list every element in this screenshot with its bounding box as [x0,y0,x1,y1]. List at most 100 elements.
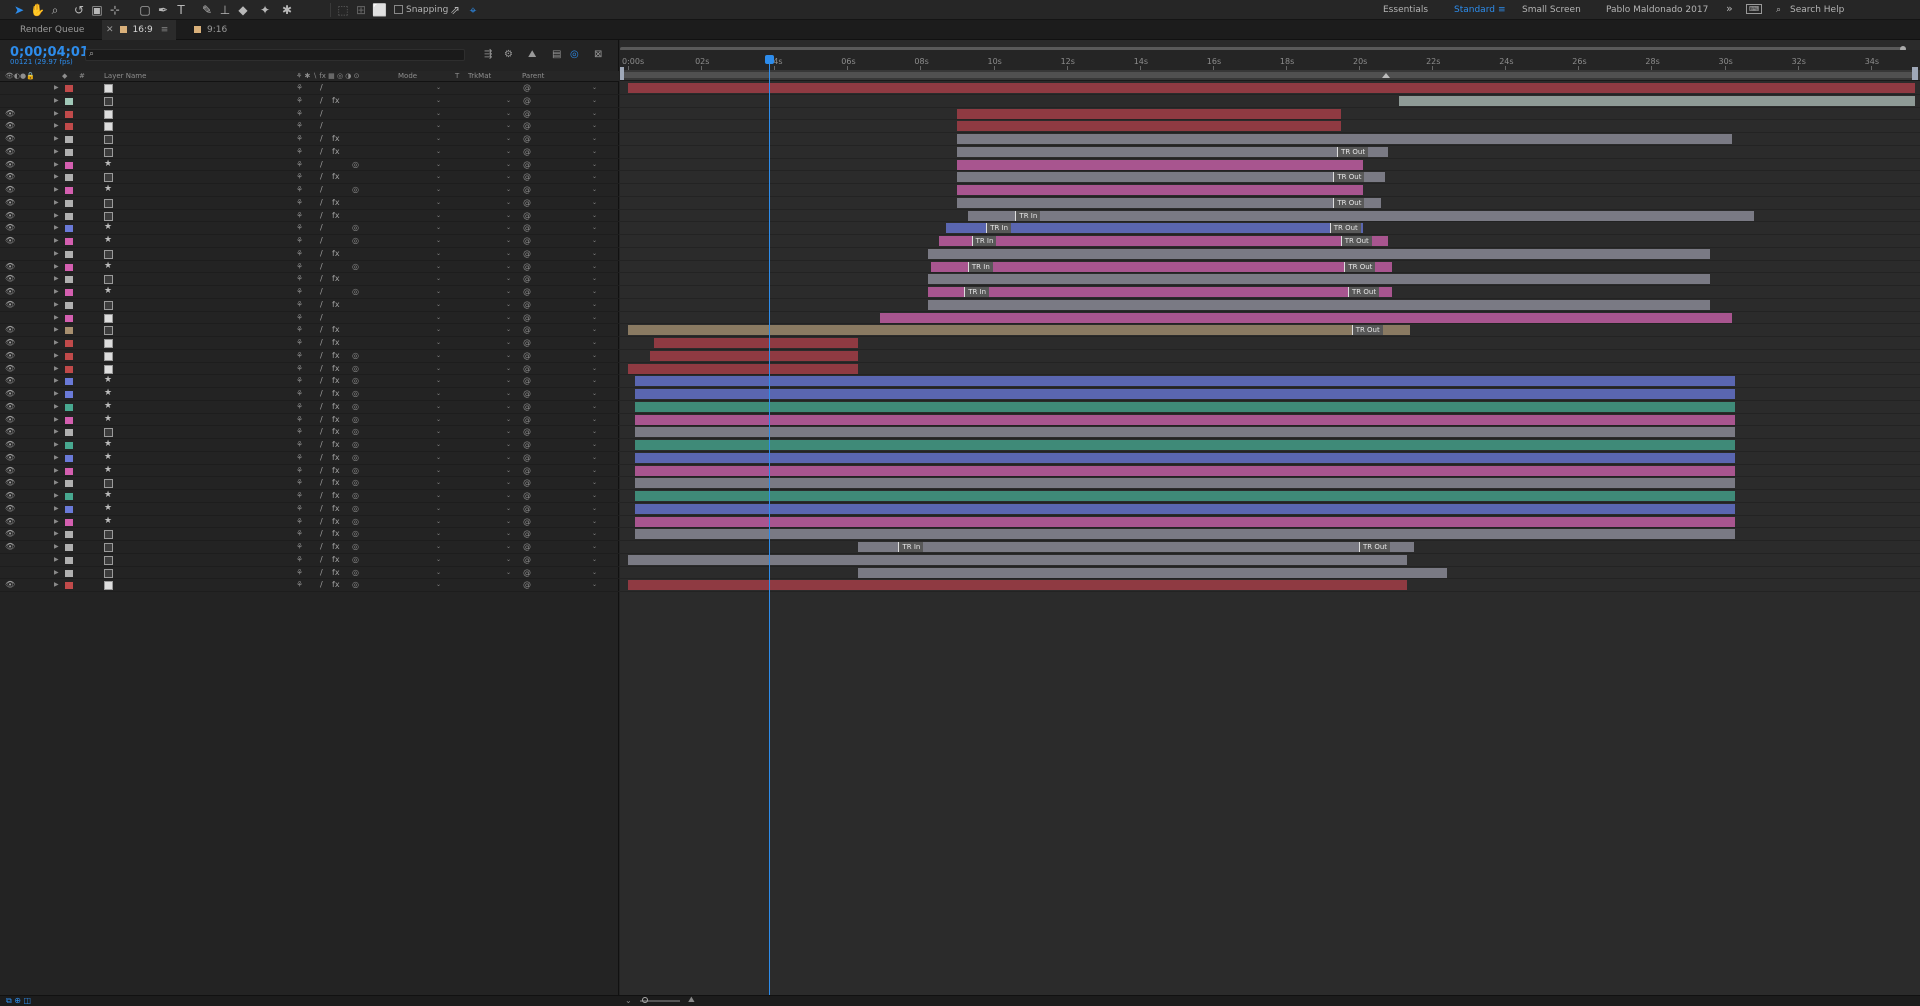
visibility-eye-icon[interactable]: 👁 [5,477,15,489]
quality-switch-icon[interactable]: / [320,108,323,120]
label-color-swatch[interactable] [65,174,73,182]
layer-row[interactable]: ▶ ⚘ / ⌄ ⌄ @ ⌄ [0,312,619,325]
shy-switch-icon[interactable]: ⚘ [296,222,303,234]
expand-triangle-icon[interactable]: ▶ [54,299,59,311]
zoom-tool-icon[interactable]: ⌕ [48,3,62,17]
layer-duration-bar[interactable] [635,529,1736,540]
expand-triangle-icon[interactable]: ▶ [54,197,59,209]
layer-duration-bar[interactable] [938,236,1389,246]
parent-pickwhip-icon[interactable]: @ [523,197,531,209]
quality-switch-icon[interactable]: / [320,567,323,579]
quality-switch-icon[interactable]: / [320,477,323,489]
motion-blur-icon[interactable]: ◎ [570,49,579,60]
motion-blur-switch-icon[interactable]: ◎ [352,465,359,477]
quality-switch-icon[interactable]: / [320,273,323,285]
visibility-eye-icon[interactable]: 👁 [5,414,15,426]
layer-row[interactable]: 👁 ▶ ★ ⚘ / fx ◎ ⌄ ⌄ @ ⌄ [0,401,619,414]
layer-marker[interactable]: TR Out [1344,261,1376,272]
visibility-eye-icon[interactable]: 👁 [5,120,15,132]
label-color-swatch[interactable] [65,161,73,169]
expand-triangle-icon[interactable]: ▶ [54,95,59,107]
label-color-swatch[interactable] [65,429,73,437]
motion-blur-switch-icon[interactable]: ◎ [352,222,359,234]
shy-switch-icon[interactable]: ⚘ [296,401,303,413]
layer-duration-bar[interactable] [635,491,1736,501]
visibility-eye-icon[interactable]: 👁 [5,337,15,349]
expand-triangle-icon[interactable]: ▶ [54,414,59,426]
parent-pickwhip-icon[interactable]: @ [523,388,531,400]
shy-switch-icon[interactable]: ⚘ [296,248,303,260]
effects-switch-icon[interactable]: fx [332,375,340,387]
label-color-swatch[interactable] [65,110,73,118]
parent-pickwhip-icon[interactable]: @ [523,528,531,540]
expand-triangle-icon[interactable]: ▶ [54,222,59,234]
parent-pickwhip-icon[interactable]: @ [523,414,531,426]
shy-switch-icon[interactable]: ⚘ [296,299,303,311]
layer-row[interactable]: 👁 ▶ ★ ⚘ / ◎ ⌄ ⌄ @ ⌄ [0,235,619,248]
layer-duration-bar[interactable] [635,401,1736,412]
motion-blur-switch-icon[interactable]: ◎ [352,261,359,273]
visibility-eye-icon[interactable]: 👁 [5,184,15,196]
effects-switch-icon[interactable]: fx [332,567,340,579]
visibility-eye-icon[interactable]: 👁 [5,388,15,400]
tab-comp-16-9[interactable]: ✕ 16:9 ≡ [102,20,176,40]
parent-pickwhip-icon[interactable]: @ [523,312,531,324]
parent-pickwhip-icon[interactable]: @ [523,133,531,145]
layer-row[interactable]: ▶ ⚘ / fx ⌄ ⌄ @ ⌄ [0,95,619,108]
quality-switch-icon[interactable]: / [320,286,323,298]
layer-marker[interactable]: TR In [986,223,1012,234]
layer-duration-bar[interactable] [635,452,1736,463]
expand-triangle-icon[interactable]: ▶ [54,516,59,528]
layer-row[interactable]: 👁 ▶ ★ ⚘ / fx ◎ ⌄ ⌄ @ ⌄ [0,465,619,478]
shy-switch-icon[interactable]: ⚘ [296,350,303,362]
parent-pickwhip-icon[interactable]: @ [523,375,531,387]
quality-switch-icon[interactable]: / [320,350,323,362]
expand-triangle-icon[interactable]: ▶ [54,541,59,553]
shy-switch-icon[interactable]: ⚘ [296,171,303,183]
effects-switch-icon[interactable]: fx [332,579,340,591]
quality-switch-icon[interactable]: / [320,261,323,273]
effects-switch-icon[interactable]: fx [332,477,340,489]
shy-switch-icon[interactable]: ⚘ [296,95,303,107]
quality-switch-icon[interactable]: / [320,197,323,209]
visibility-eye-icon[interactable]: 👁 [5,503,15,515]
shy-switch-icon[interactable]: ⚘ [296,516,303,528]
effects-switch-icon[interactable]: fx [332,452,340,464]
motion-blur-switch-icon[interactable]: ◎ [352,554,359,566]
layer-row[interactable]: 👁 ▶ ⚘ / fx ◎ ⌄ ⌄ @ ⌄ [0,350,619,363]
visibility-eye-icon[interactable]: 👁 [5,350,15,362]
parent-pickwhip-icon[interactable]: @ [523,222,531,234]
expand-triangle-icon[interactable]: ▶ [54,401,59,413]
snapping-checkbox[interactable] [394,5,403,14]
shy-switch-icon[interactable]: ⚘ [296,375,303,387]
parent-pickwhip-icon[interactable]: @ [523,235,531,247]
label-color-swatch[interactable] [65,454,73,462]
parent-pickwhip-icon[interactable]: @ [523,184,531,196]
effects-switch-icon[interactable]: fx [332,388,340,400]
visibility-eye-icon[interactable]: 👁 [5,210,15,222]
label-color-swatch[interactable] [65,544,73,551]
parent-pickwhip-icon[interactable]: @ [523,477,531,489]
shy-switch-icon[interactable]: ⚘ [296,324,303,336]
parent-pickwhip-icon[interactable]: @ [523,350,531,362]
quality-switch-icon[interactable]: / [320,439,323,451]
parent-pickwhip-icon[interactable]: @ [523,554,531,566]
effects-switch-icon[interactable]: fx [332,95,340,107]
visibility-eye-icon[interactable]: 👁 [5,146,15,158]
shy-switch-icon[interactable]: ⚘ [296,337,303,349]
layer-row[interactable]: 👁 ▶ ⚘ / fx ◎ ⌄ @ ⌄ [0,579,619,592]
type-tool-icon[interactable]: T [174,3,188,17]
expand-triangle-icon[interactable]: ▶ [54,490,59,502]
time-ruler[interactable]: 0:00s 02s 04s 06s 08s 10s 12s 14s 16s 18s 20s 22s 24… [620,50,1920,70]
shy-switch-icon[interactable]: ⚘ [296,465,303,477]
effects-switch-icon[interactable]: fx [332,465,340,477]
label-color-swatch[interactable] [65,531,73,539]
expand-triangle-icon[interactable]: ▶ [54,184,59,196]
layer-duration-bar[interactable] [635,440,1736,450]
snap-edges-icon[interactable]: ⇗ [448,3,462,17]
quality-switch-icon[interactable]: / [320,401,323,413]
layer-duration-bar[interactable] [956,197,1381,208]
parent-pickwhip-icon[interactable]: @ [523,426,531,438]
label-color-swatch[interactable] [65,148,73,156]
layer-row[interactable]: ▶ ⚘ / fx ⌄ ⌄ @ ⌄ [0,248,619,261]
